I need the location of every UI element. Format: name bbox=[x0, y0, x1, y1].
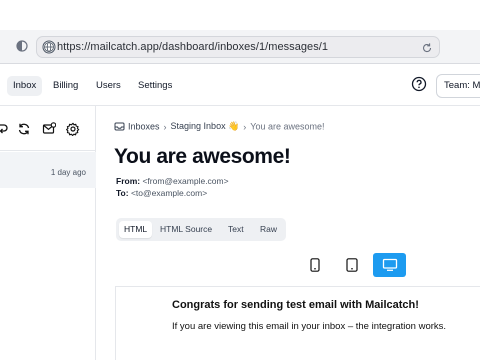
desktop-icon bbox=[382, 258, 397, 271]
url-text[interactable]: https://mailcatch.app/dashboard/inboxes/… bbox=[57, 41, 328, 53]
site-info-icon[interactable] bbox=[42, 40, 56, 54]
help-icon[interactable] bbox=[411, 76, 427, 92]
mark-read-icon[interactable] bbox=[42, 122, 57, 136]
address-bar[interactable]: https://mailcatch.app/dashboard/inboxes/… bbox=[36, 36, 440, 58]
app-nav: Inbox Billing Users Settings Team: Ma bbox=[0, 64, 480, 106]
chevron-right-icon: › bbox=[163, 121, 167, 132]
sidebar-toggle-icon[interactable] bbox=[16, 39, 28, 52]
phone-view-button[interactable] bbox=[298, 253, 331, 277]
select-icon[interactable] bbox=[0, 122, 10, 136]
from-value: <from@example.com> bbox=[142, 176, 229, 186]
breadcrumb-inboxes[interactable]: Inboxes bbox=[128, 122, 160, 132]
breadcrumb-current: You are awesome! bbox=[250, 121, 325, 132]
nav-item-settings[interactable]: Settings bbox=[132, 76, 178, 96]
email-preview: Congrats for sending test email with Mai… bbox=[115, 286, 480, 360]
browser-toolbar: https://mailcatch.app/dashboard/inboxes/… bbox=[0, 30, 480, 64]
tab-raw[interactable]: Raw bbox=[255, 221, 282, 238]
page-title: You are awesome! bbox=[114, 145, 291, 168]
from-label: From: bbox=[116, 176, 141, 186]
to-label: To: bbox=[116, 188, 129, 198]
message-time: 1 day ago bbox=[50, 168, 86, 177]
tab-text[interactable]: Text bbox=[223, 221, 249, 238]
refresh-icon[interactable] bbox=[17, 122, 31, 136]
browser-chrome: https://mailcatch.app/dashboard/inboxes/… bbox=[0, 0, 480, 64]
tablet-icon bbox=[345, 258, 358, 272]
breadcrumb-inbox[interactable]: Staging Inbox 👋 bbox=[171, 121, 240, 131]
phone-icon bbox=[309, 258, 320, 272]
breadcrumb: Inboxes › Staging Inbox 👋 › You are awesome! bbox=[114, 121, 325, 135]
desktop-view-button[interactable] bbox=[373, 253, 406, 277]
settings-gear-icon[interactable] bbox=[66, 122, 80, 137]
chevron-right-icon: › bbox=[243, 121, 247, 132]
divider bbox=[0, 150, 96, 151]
tab-html-source[interactable]: HTML Source bbox=[155, 221, 217, 238]
message-detail: Inboxes › Staging Inbox 👋 › You are awesome!… bbox=[97, 106, 480, 360]
message-list-panel: 1 day ago bbox=[0, 106, 96, 360]
to-line: To: <to@example.com> bbox=[116, 188, 207, 198]
preview-body: If you are viewing this email in your in… bbox=[172, 321, 447, 332]
tablet-view-button[interactable] bbox=[335, 253, 368, 277]
tab-html[interactable]: HTML bbox=[119, 221, 153, 238]
view-tabs: HTML HTML Source Text Raw bbox=[116, 218, 286, 241]
reload-icon[interactable] bbox=[421, 41, 433, 53]
nav-item-billing[interactable]: Billing bbox=[47, 76, 84, 96]
list-item[interactable]: 1 day ago bbox=[0, 152, 96, 188]
team-switcher-button[interactable]: Team: Ma bbox=[436, 74, 480, 98]
nav-item-users[interactable]: Users bbox=[90, 76, 127, 96]
inbox-icon bbox=[114, 121, 125, 132]
preview-heading: Congrats for sending test email with Mai… bbox=[172, 299, 419, 311]
to-value: <to@example.com> bbox=[130, 188, 208, 198]
nav-item-inbox[interactable]: Inbox bbox=[7, 76, 43, 96]
from-line: From: <from@example.com> bbox=[116, 176, 229, 186]
browser-title-strip bbox=[0, 0, 480, 20]
